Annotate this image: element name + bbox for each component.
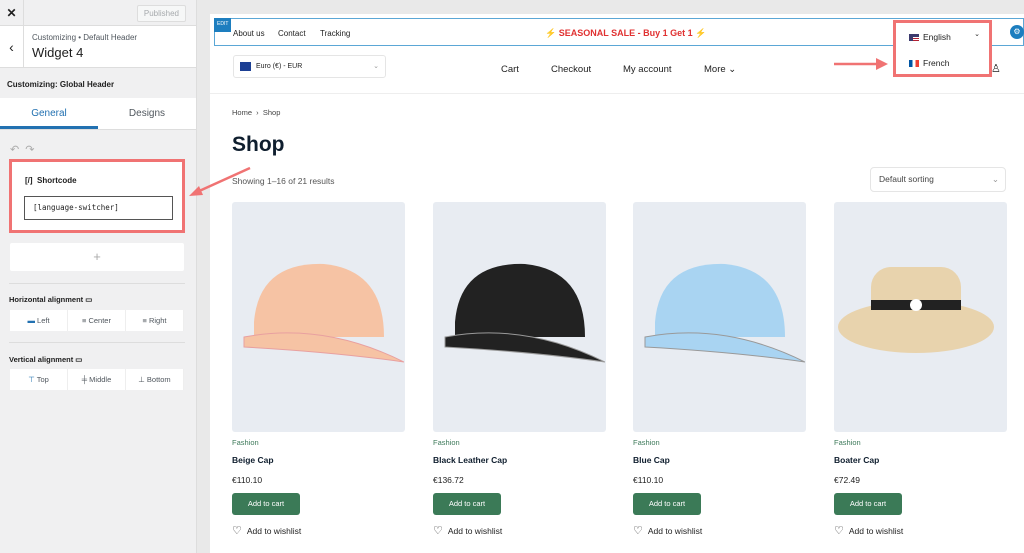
- settings-icon[interactable]: ⚙: [1010, 25, 1024, 39]
- cap-image: [444, 263, 605, 363]
- product-price: €110.10: [232, 475, 263, 485]
- currency-switcher[interactable]: Euro (€) - EUR ⌄: [233, 55, 386, 78]
- product-category[interactable]: Fashion: [834, 438, 1007, 447]
- horizontal-alignment-label: Horizontal alignment ▭: [9, 295, 93, 304]
- back-icon[interactable]: ‹: [0, 26, 24, 68]
- product-image[interactable]: [232, 202, 405, 432]
- edit-button[interactable]: EDIT: [214, 18, 232, 32]
- sorting-select[interactable]: Default sorting ⌄: [870, 167, 1006, 192]
- product-name[interactable]: Beige Cap: [232, 455, 405, 465]
- align-top-button[interactable]: ⊤ Top: [10, 369, 68, 390]
- add-to-wishlist-link[interactable]: ♡ Add to wishlist: [834, 524, 1007, 537]
- add-to-wishlist-link[interactable]: ♡ Add to wishlist: [633, 524, 806, 537]
- product-price: €136.72: [433, 475, 464, 485]
- product-card[interactable]: Fashion Blue Cap €110.10 Add to cart ♡ Ad…: [633, 202, 806, 537]
- language-switcher: English ⌄ French: [893, 20, 992, 77]
- breadcrumb: Customizing • Default Header: [32, 33, 138, 42]
- language-option-french[interactable]: French: [909, 58, 949, 68]
- product-name[interactable]: Boater Cap: [834, 455, 1007, 465]
- align-right-button[interactable]: ≡ Right: [126, 310, 184, 331]
- heart-icon: ♡: [433, 525, 443, 537]
- section-label: Customizing: Global Header: [7, 80, 115, 89]
- eu-flag-icon: [240, 62, 251, 71]
- product-category[interactable]: Fashion: [232, 438, 405, 447]
- cap-image: [243, 263, 404, 363]
- heart-icon: ♡: [633, 525, 643, 537]
- add-to-cart-button[interactable]: Add to cart: [633, 493, 701, 515]
- tab-designs[interactable]: Designs: [98, 98, 196, 129]
- nav-more[interactable]: More ⌄: [704, 64, 736, 75]
- add-to-cart-button[interactable]: Add to cart: [834, 493, 902, 515]
- add-to-wishlist-link[interactable]: ♡ Add to wishlist: [433, 524, 606, 537]
- heart-icon: ♡: [834, 525, 844, 537]
- add-widget-button[interactable]: +: [10, 243, 184, 271]
- product-card[interactable]: Fashion Boater Cap €72.49 Add to cart ♡ A…: [834, 202, 1007, 537]
- align-left-button[interactable]: ▬ Left: [10, 310, 68, 331]
- vertical-alignment-control: ⊤ Top ╪ Middle ⊥ Bottom: [10, 369, 184, 390]
- top-link[interactable]: About us: [233, 29, 265, 38]
- align-center-button[interactable]: ≡ Center: [68, 310, 126, 331]
- product-image[interactable]: [633, 202, 806, 432]
- fr-flag-icon: [909, 59, 919, 67]
- horizontal-alignment-control: ▬ Left ≡ Center ≡ Right: [10, 310, 184, 331]
- align-middle-button[interactable]: ╪ Middle: [68, 369, 126, 390]
- page-title: Shop: [232, 133, 285, 156]
- cap-image: [644, 263, 805, 363]
- nav-checkout[interactable]: Checkout: [551, 64, 591, 75]
- cap-image: [837, 267, 994, 353]
- product-image[interactable]: [433, 202, 606, 432]
- product-card[interactable]: Fashion Beige Cap €110.10 Add to cart ♡ A…: [232, 202, 405, 537]
- chevron-down-icon[interactable]: ⌄: [974, 30, 980, 38]
- shortcode-title: Shortcode: [37, 176, 77, 185]
- heart-icon: ♡: [232, 525, 242, 537]
- shortcode-widget: [/] Shortcode [language-switcher]: [9, 159, 185, 233]
- product-name[interactable]: Black Leather Cap: [433, 455, 606, 465]
- add-to-cart-button[interactable]: Add to cart: [433, 493, 501, 515]
- product-card[interactable]: Fashion Black Leather Cap €136.72 Add to…: [433, 202, 606, 537]
- top-link[interactable]: Contact: [278, 29, 306, 38]
- arrow-annotation: [834, 58, 888, 70]
- product-category[interactable]: Fashion: [633, 438, 806, 447]
- sale-banner: ⚡ SEASONAL SALE - Buy 1 Get 1 ⚡: [545, 28, 707, 38]
- product-category[interactable]: Fashion: [433, 438, 606, 447]
- tab-general[interactable]: General: [0, 98, 98, 129]
- product-image[interactable]: [834, 202, 1007, 432]
- product-price: €72.49: [834, 475, 860, 485]
- shortcode-icon: [/]: [25, 176, 33, 185]
- customizer-sidebar: ✕ Published ‹ Customizing • Default Header…: [0, 0, 197, 553]
- nav-cart[interactable]: Cart: [501, 64, 519, 75]
- shortcode-input[interactable]: [language-switcher]: [24, 196, 173, 220]
- add-to-wishlist-link[interactable]: ♡ Add to wishlist: [232, 524, 405, 537]
- product-name[interactable]: Blue Cap: [633, 455, 806, 465]
- undo-redo-icons[interactable]: ↶↷: [10, 143, 40, 156]
- breadcrumb: Home › Shop: [232, 108, 281, 117]
- arrow-annotation: [189, 166, 251, 196]
- panel-title: Widget 4: [32, 45, 84, 60]
- product-price: €110.10: [633, 475, 664, 485]
- add-to-cart-button[interactable]: Add to cart: [232, 493, 300, 515]
- close-icon[interactable]: ✕: [0, 0, 24, 26]
- align-bottom-button[interactable]: ⊥ Bottom: [126, 369, 184, 390]
- published-button[interactable]: Published: [136, 5, 186, 22]
- language-option-english[interactable]: English: [909, 32, 951, 42]
- user-icon[interactable]: ♙: [991, 62, 1001, 75]
- top-link[interactable]: Tracking: [320, 29, 350, 38]
- vertical-alignment-label: Vertical alignment ▭: [9, 355, 83, 364]
- nav-my-account[interactable]: My account: [623, 64, 672, 75]
- us-flag-icon: [909, 33, 919, 41]
